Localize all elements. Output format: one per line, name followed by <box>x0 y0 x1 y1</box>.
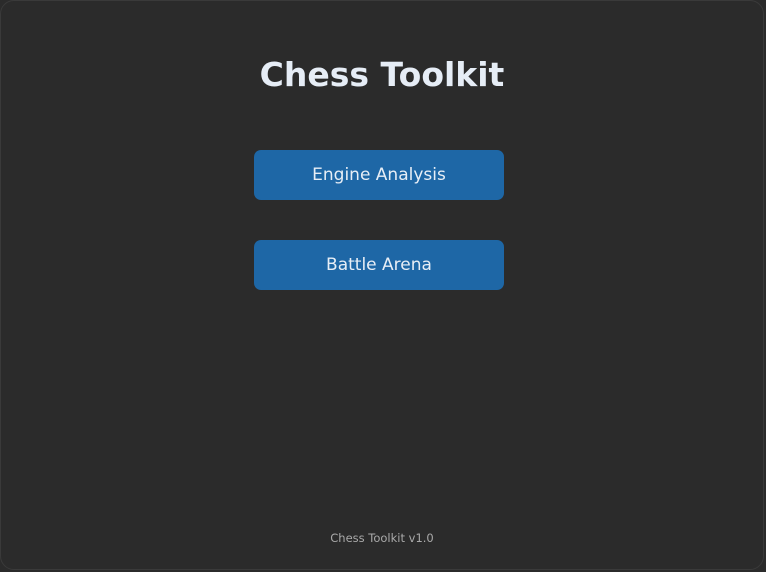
page-title: Chess Toolkit <box>259 55 505 94</box>
version-footer: Chess Toolkit v1.0 <box>330 531 434 545</box>
engine-analysis-button-label: Engine Analysis <box>312 165 446 185</box>
battle-arena-button-label: Battle Arena <box>326 255 432 275</box>
engine-analysis-button[interactable]: Engine Analysis <box>254 150 504 200</box>
battle-arena-button[interactable]: Battle Arena <box>254 240 504 290</box>
main-window: Chess Toolkit Engine Analysis Battle Are… <box>0 0 764 570</box>
